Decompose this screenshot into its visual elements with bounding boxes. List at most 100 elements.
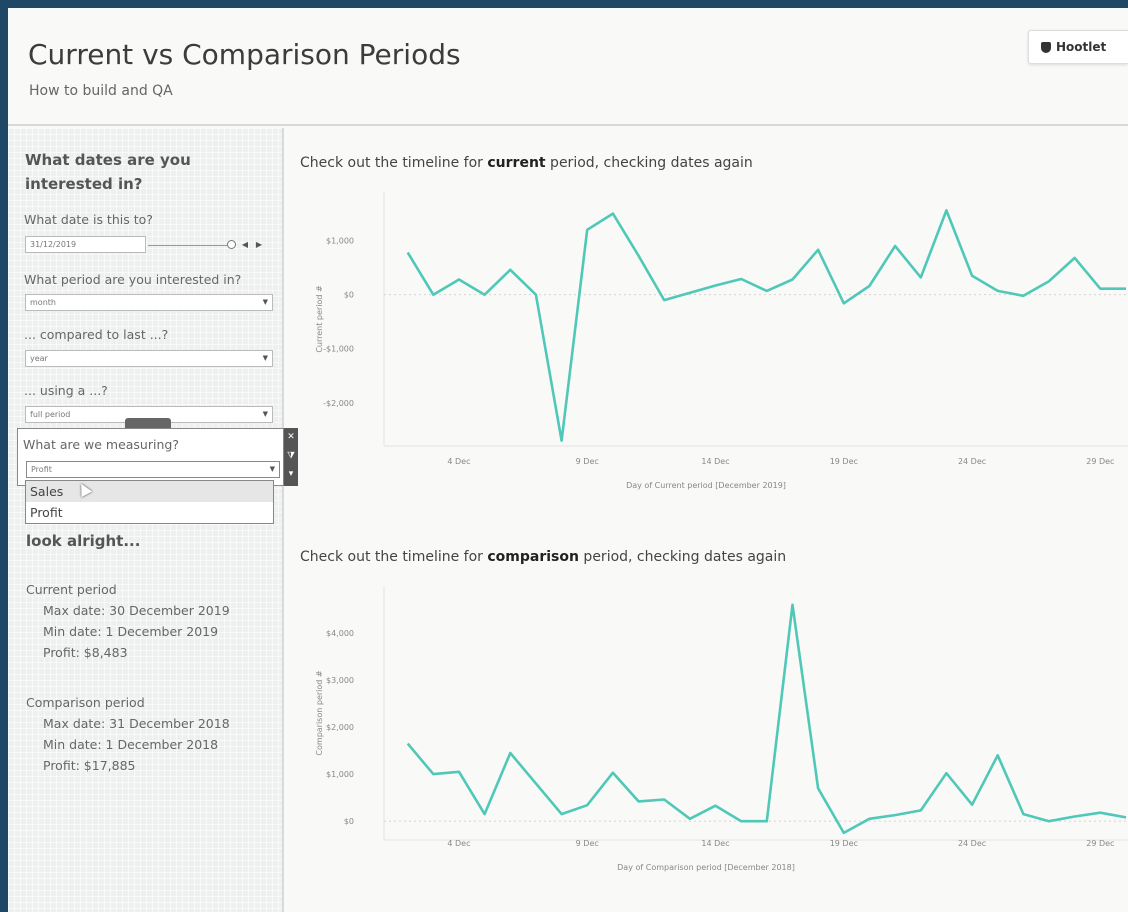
data-point[interactable] — [430, 771, 436, 777]
data-point[interactable] — [764, 818, 770, 824]
data-point[interactable] — [559, 811, 565, 817]
data-point[interactable] — [482, 811, 488, 817]
data-point[interactable] — [713, 803, 719, 809]
data-point[interactable] — [995, 288, 1001, 294]
data-point[interactable] — [918, 807, 924, 813]
data-point[interactable] — [507, 267, 513, 273]
chevron-down-icon: ▼ — [269, 465, 275, 473]
data-point[interactable] — [533, 292, 539, 298]
page-title: Current vs Comparison Periods — [28, 38, 461, 71]
data-point[interactable] — [789, 602, 795, 608]
data-point[interactable] — [764, 288, 770, 294]
data-point[interactable] — [405, 250, 411, 256]
data-point[interactable] — [738, 818, 744, 824]
compare-select[interactable]: year ▼ — [25, 350, 273, 367]
period-select[interactable]: month ▼ — [25, 294, 273, 311]
filter-sidebar: What dates are you interested in? What d… — [8, 128, 298, 912]
comparison-period-title: Comparison period — [26, 695, 145, 710]
data-point[interactable] — [815, 247, 821, 253]
data-point[interactable] — [636, 798, 642, 804]
data-point[interactable] — [866, 283, 872, 289]
data-point[interactable] — [1046, 278, 1052, 284]
date-slider-track[interactable] — [148, 245, 228, 246]
x-tick-label: 4 Dec — [447, 457, 470, 466]
data-point[interactable] — [1072, 255, 1078, 261]
chevron-down-icon: ▼ — [262, 410, 268, 418]
data-point[interactable] — [1046, 818, 1052, 824]
x-tick-label: 4 Dec — [447, 839, 470, 848]
chart-title-bold: comparison — [487, 549, 579, 565]
data-point[interactable] — [636, 253, 642, 259]
data-point[interactable] — [507, 750, 513, 756]
data-point[interactable] — [943, 770, 949, 776]
x-axis-title: Day of Current period [December 2019] — [626, 481, 786, 490]
x-tick-label: 9 Dec — [576, 839, 599, 848]
comparison-chart-title: Check out the timeline for comparison pe… — [300, 549, 786, 565]
data-point[interactable] — [456, 769, 462, 775]
current-min-date: Min date: 1 December 2019 — [43, 624, 219, 639]
data-point[interactable] — [610, 770, 616, 776]
data-point[interactable] — [1097, 286, 1103, 292]
data-point[interactable] — [1020, 293, 1026, 299]
data-point[interactable] — [738, 276, 744, 282]
data-point[interactable] — [866, 816, 872, 822]
x-tick-label: 24 Dec — [958, 839, 986, 848]
dashboard-frame: Current vs Comparison Periods How to bui… — [8, 8, 1128, 912]
data-point[interactable] — [841, 830, 847, 836]
x-axis-title: Day of Comparison period [December 2018] — [617, 863, 795, 872]
data-point[interactable] — [892, 812, 898, 818]
date-label: What date is this to? — [24, 212, 153, 227]
measure-value: Profit — [31, 465, 52, 474]
data-point[interactable] — [482, 292, 488, 298]
data-point[interactable] — [405, 741, 411, 747]
step-back-icon[interactable]: ◀ — [240, 239, 250, 250]
data-point[interactable] — [584, 802, 590, 808]
data-point[interactable] — [610, 211, 616, 217]
series-line[interactable] — [406, 209, 1126, 442]
drag-handle[interactable] — [125, 418, 171, 428]
data-point[interactable] — [943, 207, 949, 213]
compare-value: year — [30, 354, 48, 363]
current-period-chart[interactable]: $1,000 $0 -$1,000 -$2,000 4 Dec 9 Dec 14 Dec 19… — [286, 184, 1128, 504]
data-point[interactable] — [430, 292, 436, 298]
x-tick-label: 29 Dec — [1086, 839, 1114, 848]
data-point[interactable] — [789, 277, 795, 283]
date-slider-handle[interactable] — [227, 240, 236, 249]
data-point[interactable] — [969, 273, 975, 279]
x-tick-label: 19 Dec — [830, 839, 858, 848]
data-point[interactable] — [1097, 810, 1103, 816]
data-point[interactable] — [713, 282, 719, 288]
step-forward-icon[interactable]: ▶ — [254, 239, 264, 250]
hootlet-logo[interactable]: Hootlet — [1028, 30, 1128, 64]
data-point[interactable] — [918, 274, 924, 280]
data-point[interactable] — [969, 802, 975, 808]
data-point[interactable] — [841, 300, 847, 306]
data-point[interactable] — [1020, 811, 1026, 817]
data-point[interactable] — [559, 438, 565, 444]
option-profit[interactable]: Profit — [26, 502, 273, 523]
measure-dropdown: Sales Profit — [25, 480, 274, 524]
y-tick-label: $0 — [344, 817, 354, 826]
data-point[interactable] — [1123, 286, 1128, 292]
data-point[interactable] — [584, 227, 590, 233]
y-tick-label: -$1,000 — [323, 345, 354, 354]
data-point[interactable] — [456, 277, 462, 283]
data-point[interactable] — [661, 297, 667, 303]
x-tick-label: 14 Dec — [701, 457, 729, 466]
data-point[interactable] — [815, 785, 821, 791]
data-point[interactable] — [687, 816, 693, 822]
chevron-down-icon: ▼ — [262, 298, 268, 306]
data-point[interactable] — [661, 797, 667, 803]
data-point[interactable] — [995, 752, 1001, 758]
data-point[interactable] — [892, 243, 898, 249]
date-input[interactable]: 31/12/2019 — [25, 236, 146, 253]
option-sales[interactable]: Sales — [26, 481, 273, 502]
series-line[interactable] — [406, 603, 1127, 835]
y-tick-label: $3,000 — [326, 676, 354, 685]
data-point[interactable] — [1072, 813, 1078, 819]
measure-filter-card: What are we measuring? Profit ▼ — [17, 428, 284, 486]
measure-select[interactable]: Profit ▼ — [26, 461, 280, 478]
data-point[interactable] — [1123, 814, 1128, 820]
comparison-period-chart[interactable]: $4,000 $3,000 $2,000 $1,000 $0 4 Dec 9 Dec 14 D… — [286, 578, 1128, 878]
current-chart-title: Check out the timeline for current perio… — [300, 155, 753, 171]
